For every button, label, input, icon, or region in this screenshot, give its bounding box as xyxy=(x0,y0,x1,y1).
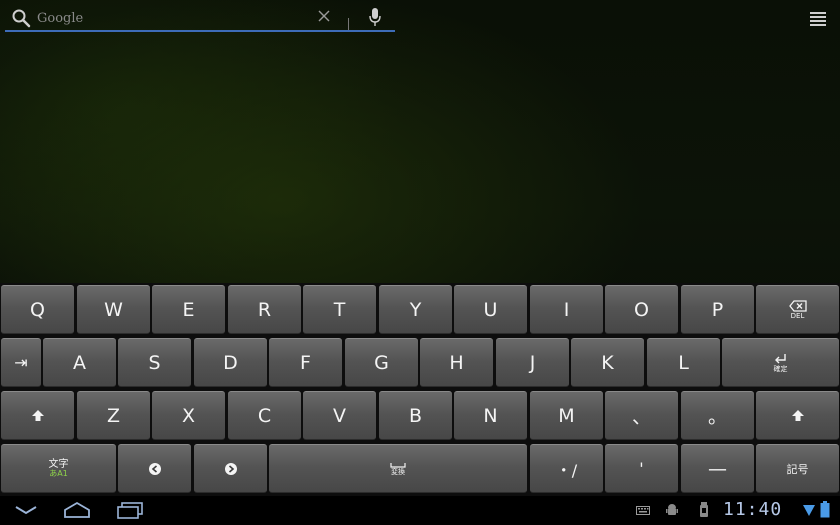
key-j[interactable]: J xyxy=(496,338,569,387)
battery-icon xyxy=(820,501,830,518)
input-mode-key[interactable]: 文字 あA1 xyxy=(1,444,116,493)
key-s[interactable]: S xyxy=(118,338,191,387)
key-apostrophe[interactable]: ' xyxy=(605,444,678,493)
key-c[interactable]: C xyxy=(228,391,301,440)
app-menu-icon[interactable] xyxy=(810,12,826,26)
keyboard-icon[interactable] xyxy=(636,506,650,515)
space-key-label: 変換 xyxy=(391,467,405,476)
soft-keyboard: Q W E R T Y U I O P DEL ⇥ A S D F G H J xyxy=(0,283,840,496)
arrow-left-icon xyxy=(148,462,161,475)
shift-icon xyxy=(791,409,804,421)
key-dot-slash[interactable]: ・/ xyxy=(530,444,603,493)
android-debug-icon xyxy=(666,504,678,515)
key-long-dash[interactable]: — xyxy=(681,444,754,493)
key-n[interactable]: N xyxy=(454,391,527,440)
key-g[interactable]: G xyxy=(345,338,418,387)
search-divider xyxy=(348,18,349,30)
key-t[interactable]: T xyxy=(303,285,376,334)
key-f[interactable]: F xyxy=(269,338,342,387)
key-l[interactable]: L xyxy=(647,338,720,387)
usb-icon xyxy=(700,502,708,517)
input-mode-label: 文字 xyxy=(48,458,69,470)
key-q[interactable]: Q xyxy=(1,285,74,334)
key-b[interactable]: B xyxy=(379,391,452,440)
key-u[interactable]: U xyxy=(454,285,527,334)
delete-key[interactable]: DEL xyxy=(756,285,839,334)
cursor-right-key[interactable] xyxy=(194,444,267,493)
key-h[interactable]: H xyxy=(420,338,493,387)
key-x[interactable]: X xyxy=(152,391,225,440)
cursor-left-key[interactable] xyxy=(118,444,191,493)
wifi-icon xyxy=(803,505,815,516)
home-icon[interactable] xyxy=(63,501,91,519)
space-convert-key[interactable]: 変換 xyxy=(269,444,527,493)
key-comma[interactable]: 、 xyxy=(605,391,678,440)
key-y[interactable]: Y xyxy=(379,285,452,334)
key-a[interactable]: A xyxy=(43,338,116,387)
input-mode-sub: あA1 xyxy=(49,468,68,478)
key-e[interactable]: E xyxy=(152,285,225,334)
hide-keyboard-icon[interactable] xyxy=(14,505,38,515)
space-icon xyxy=(390,462,406,468)
recent-apps-icon[interactable] xyxy=(116,501,144,519)
enter-icon xyxy=(774,353,786,363)
key-p[interactable]: P xyxy=(681,285,754,334)
tab-key[interactable]: ⇥ xyxy=(1,338,41,387)
enter-key[interactable]: 確定 xyxy=(722,338,839,387)
clock[interactable]: 11:40 xyxy=(723,499,782,520)
home-screen: Q W E R T Y U I O P DEL ⇥ A S D F G H J xyxy=(0,0,840,525)
shift-key-right[interactable] xyxy=(756,391,839,440)
clear-icon[interactable] xyxy=(318,10,330,22)
arrow-right-icon xyxy=(224,462,237,475)
key-i[interactable]: I xyxy=(530,285,603,334)
key-period[interactable]: 。 xyxy=(681,391,754,440)
search-icon[interactable] xyxy=(11,8,31,28)
search-input[interactable] xyxy=(35,7,309,29)
key-o[interactable]: O xyxy=(605,285,678,334)
enter-key-label: 確定 xyxy=(773,364,788,373)
key-d[interactable]: D xyxy=(194,338,267,387)
shift-icon xyxy=(31,409,44,421)
system-bar: 11:40 xyxy=(0,496,840,525)
key-z[interactable]: Z xyxy=(77,391,150,440)
key-m[interactable]: M xyxy=(530,391,603,440)
backspace-icon xyxy=(788,299,807,312)
symbols-key[interactable]: 記号 xyxy=(756,444,839,493)
key-r[interactable]: R xyxy=(228,285,301,334)
key-k[interactable]: K xyxy=(571,338,644,387)
google-search-bar[interactable] xyxy=(5,4,395,32)
key-w[interactable]: W xyxy=(77,285,150,334)
key-v[interactable]: V xyxy=(303,391,376,440)
delete-key-label: DEL xyxy=(790,311,805,320)
shift-key-left[interactable] xyxy=(1,391,74,440)
microphone-icon[interactable] xyxy=(368,7,382,27)
